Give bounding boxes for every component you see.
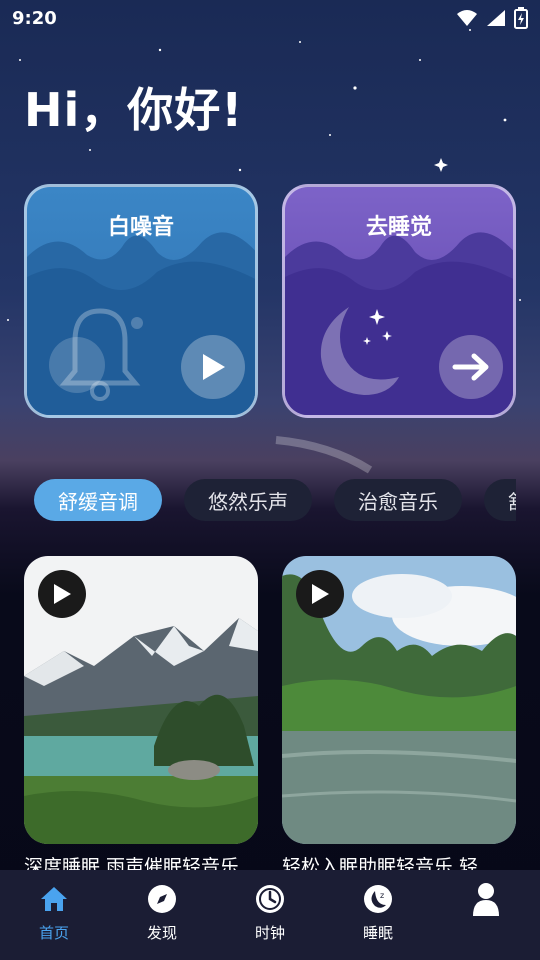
nav-home[interactable]: 首页: [14, 882, 94, 943]
go-sleep-button[interactable]: [439, 335, 503, 399]
svg-text:z: z: [380, 891, 384, 900]
home-icon: [41, 887, 67, 911]
bottom-nav: 首页 发现 时钟 z 睡眠: [0, 870, 540, 960]
greeting-title: Hi，你好!: [24, 83, 244, 137]
nav-clock[interactable]: 时钟: [230, 882, 310, 943]
battery-icon: [514, 7, 528, 29]
tab-leisurely-music[interactable]: 悠然乐声: [184, 479, 312, 521]
media-play-button[interactable]: [38, 570, 86, 618]
category-tabs: 舒缓音调 悠然乐声 治愈音乐 舒: [34, 479, 516, 521]
profile-icon: [473, 883, 499, 916]
nav-sleep[interactable]: z 睡眠: [338, 882, 418, 943]
wifi-icon: [457, 10, 477, 26]
tab-healing-music[interactable]: 治愈音乐: [334, 479, 462, 521]
nav-sleep-label: 睡眠: [362, 924, 393, 942]
signal-icon: [487, 10, 505, 26]
clock-icon: [256, 885, 284, 913]
play-icon: [203, 354, 225, 380]
white-noise-title: 白噪音: [107, 215, 174, 240]
media-play-button[interactable]: [296, 570, 344, 618]
tab-soothing-tones[interactable]: 舒缓音调: [34, 479, 162, 521]
sleep-icon: z: [364, 885, 392, 913]
nav-discover-label: 发现: [146, 924, 177, 942]
play-icon: [312, 584, 329, 604]
tab-more[interactable]: 舒: [484, 479, 516, 521]
status-time: 9:20: [12, 7, 57, 29]
nav-home-label: 首页: [38, 924, 69, 942]
compass-icon: [148, 885, 176, 913]
bell-icon: [49, 308, 143, 401]
media-card[interactable]: [282, 556, 516, 844]
go-sleep-card[interactable]: 去睡觉: [282, 184, 516, 418]
moon-icon: [320, 307, 399, 395]
status-bar: 9:20: [0, 0, 540, 36]
media-card[interactable]: [24, 556, 258, 844]
play-icon: [54, 584, 71, 604]
white-noise-card[interactable]: 白噪音: [24, 184, 258, 418]
nav-discover[interactable]: 发现: [122, 882, 202, 943]
arrow-right-icon: [452, 353, 489, 381]
nav-profile[interactable]: [446, 882, 526, 922]
nav-clock-label: 时钟: [254, 924, 285, 942]
go-sleep-title: 去睡觉: [365, 215, 432, 240]
white-noise-play-button[interactable]: [181, 335, 245, 399]
